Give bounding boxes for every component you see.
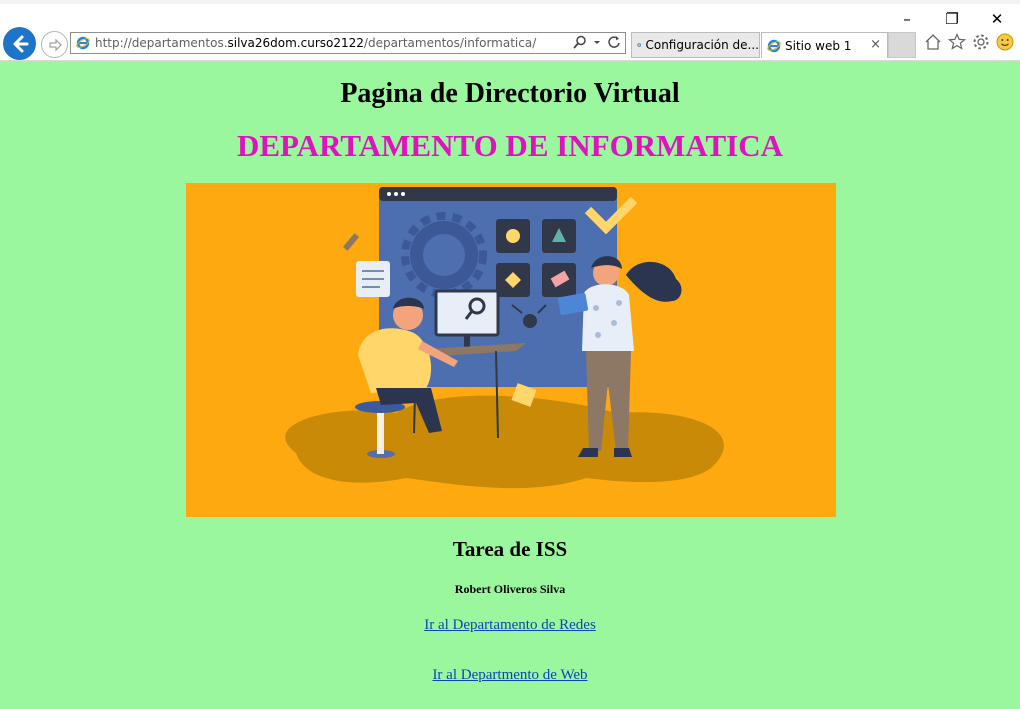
close-tab-icon[interactable]: ×	[870, 37, 881, 52]
tab-label: Configuración de...	[645, 38, 759, 52]
back-arrow-icon	[13, 35, 28, 52]
illustration-graphic	[285, 187, 724, 489]
ie-tab-icon	[637, 43, 642, 47]
url-path: /departamentos/informatica/	[363, 36, 537, 50]
restore-button[interactable]: ❐	[929, 8, 975, 30]
ie-page-icon	[76, 36, 90, 50]
link-row-web: Ir al Departmento de Web	[0, 667, 1020, 684]
refresh-icon[interactable]	[607, 35, 621, 49]
ie-tab-icon	[767, 39, 781, 52]
home-icon[interactable]	[924, 33, 942, 51]
it-illustration	[186, 183, 836, 517]
new-tab-button[interactable]	[888, 32, 916, 58]
dropdown-arrow-icon[interactable]	[593, 35, 601, 49]
smiley-feedback-icon[interactable]	[996, 33, 1014, 51]
url-prefix: http://departamentos.	[95, 36, 228, 50]
link-departamento-web[interactable]: Ir al Departmento de Web	[432, 667, 587, 683]
author-name: Robert Oliveros Silva	[454, 582, 566, 596]
favorites-star-icon[interactable]	[948, 33, 966, 51]
address-url: http://departamentos.silva26dom.curso212…	[95, 36, 536, 50]
forward-button[interactable]	[41, 31, 68, 58]
tab-sitio-web[interactable]: Sitio web 1 ×	[761, 32, 888, 58]
title-bar	[0, 0, 1020, 4]
department-title: DEPARTAMENTO DE INFORMATICA	[236, 128, 783, 163]
section-heading: Tarea de ISS	[452, 537, 568, 561]
address-bar[interactable]: http://departamentos.silva26dom.curso212…	[70, 32, 626, 54]
browser-chrome: – ❐ ✕ http://departamentos.silva26dom.cu…	[0, 0, 1020, 61]
tab-label: Sitio web 1	[785, 38, 852, 53]
forward-arrow-icon	[48, 38, 62, 51]
gear-icon[interactable]	[972, 33, 990, 51]
minimize-button[interactable]: –	[884, 8, 930, 30]
link-row-redes: Ir al Departamento de Redes	[0, 617, 1020, 634]
link-departamento-redes[interactable]: Ir al Departamento de Redes	[424, 617, 596, 633]
page-title: Pagina de Directorio Virtual	[340, 78, 680, 109]
close-window-button[interactable]: ✕	[974, 8, 1020, 30]
search-icon[interactable]	[573, 35, 587, 49]
back-button[interactable]	[3, 27, 36, 60]
address-tools	[573, 35, 621, 49]
url-domain: silva26dom.curso2122	[227, 36, 364, 50]
tab-configuracion[interactable]: Configuración de...	[631, 32, 760, 58]
toolbar-icons	[924, 33, 1014, 51]
